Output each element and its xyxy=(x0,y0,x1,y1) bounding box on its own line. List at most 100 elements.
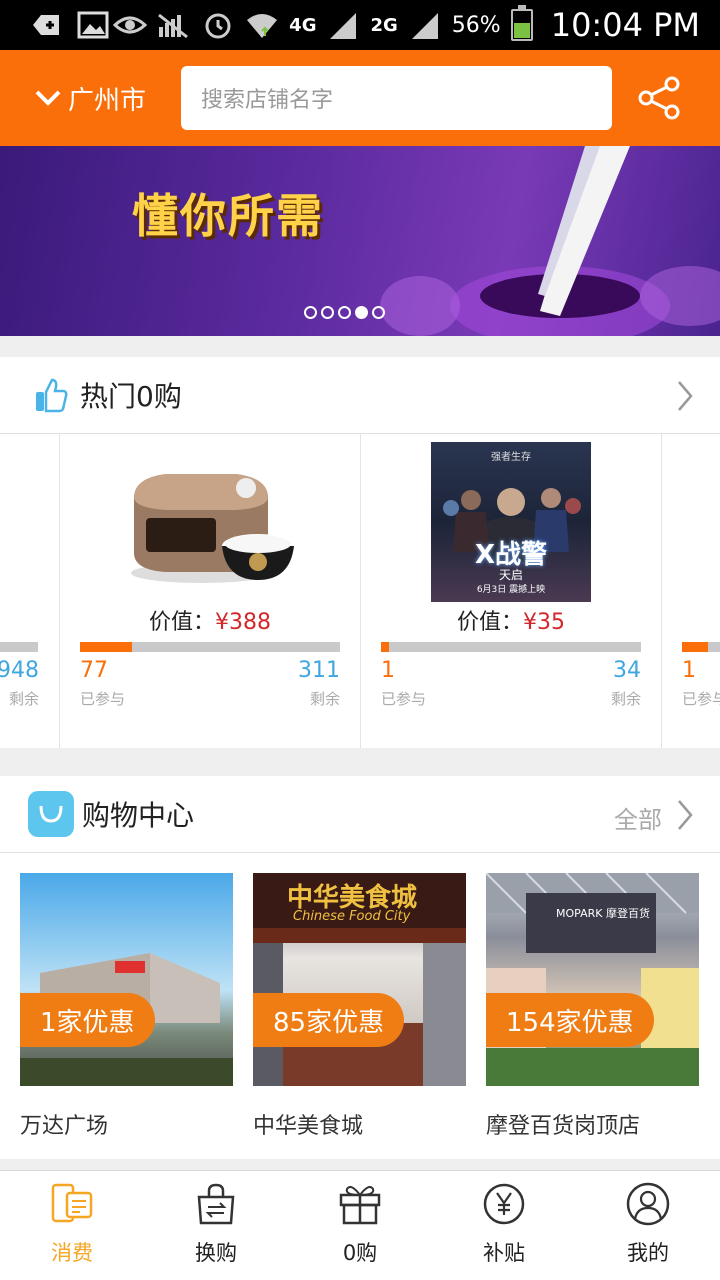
chevron-down-icon xyxy=(35,90,61,106)
mall-card[interactable]: 中华美食城 Chinese Food City 85家优惠 中华美食城 xyxy=(253,873,466,1140)
mall-list: 1家优惠 万达广场 中华美食城 Chinese Food City 85家优惠 … xyxy=(0,853,720,1159)
exchange-bag-icon xyxy=(197,1183,235,1225)
hot-section-title: 热门0购 xyxy=(80,380,182,413)
signal-4g-label: 4G xyxy=(289,14,317,36)
image-notification-icon xyxy=(76,10,110,40)
nav-consume[interactable]: 消费 xyxy=(0,1171,144,1280)
hot-section: 热门0购 948 剩余 价值：¥388 77 311 已参与 剩余 强者生存 X… xyxy=(0,357,720,748)
progress-bar xyxy=(381,642,641,652)
progress-fill xyxy=(80,642,132,652)
signal-2g-label: 2G xyxy=(370,14,398,36)
joined-count: 1 xyxy=(682,658,696,683)
joined-label: 已参与 xyxy=(80,690,126,708)
price-label: 价值： xyxy=(148,610,215,635)
alarm-icon xyxy=(201,10,235,40)
mall-card[interactable]: 1家优惠 万达广场 xyxy=(20,873,233,1140)
price-line: 价值：¥35 xyxy=(361,604,661,636)
app-header: 广州市 搜索店铺名字 xyxy=(0,50,720,146)
nav-label: 0购 xyxy=(342,1241,378,1265)
discount-badge: 1家优惠 xyxy=(20,993,155,1047)
mall-name: 摩登百货岗顶店 xyxy=(486,1114,641,1139)
mall-sign-en: Chinese Food City xyxy=(293,909,411,924)
promo-banner[interactable]: 懂你所需 xyxy=(0,146,720,336)
chevron-right-icon[interactable] xyxy=(676,379,694,413)
signal-icon xyxy=(326,10,360,40)
poster-date: 6月3日 震撼上映 xyxy=(476,585,546,595)
mall-card[interactable]: MOPARK 摩登百货 154家优惠 摩登百货岗顶店 xyxy=(486,873,699,1140)
nav-mine[interactable]: 我的 xyxy=(576,1171,720,1280)
remaining-label: 剩余 xyxy=(8,690,39,708)
view-all-link[interactable]: 全部 xyxy=(614,800,662,835)
gift-icon xyxy=(339,1186,381,1225)
search-input[interactable]: 搜索店铺名字 xyxy=(181,66,612,130)
hot-card[interactable]: 948 剩余 xyxy=(0,434,60,748)
remaining-count: 34 xyxy=(613,658,641,683)
nav-exchange[interactable]: 换购 xyxy=(144,1171,288,1280)
nav-zero-buy[interactable]: 0购 xyxy=(288,1171,432,1280)
status-bar: 4G 2G 56% 10:04 PM xyxy=(0,0,720,50)
joined-count: 77 xyxy=(80,658,108,683)
pager-dot-active[interactable] xyxy=(355,306,368,319)
poster-tagline: 强者生存 xyxy=(491,452,531,463)
pager-dot[interactable] xyxy=(372,306,385,319)
nav-subsidy[interactable]: 补贴 xyxy=(432,1171,576,1280)
shopping-section-header[interactable]: 购物中心 全部 xyxy=(0,776,720,853)
progress-bar xyxy=(0,642,38,652)
joined-label: 已参与 xyxy=(381,690,427,708)
hot-carousel[interactable]: 948 剩余 价值：¥388 77 311 已参与 剩余 强者生存 X战警 天启… xyxy=(0,434,720,748)
hot-card[interactable]: 强者生存 X战警 天启 6月3日 震撼上映 价值：¥35 1 34 已参与 剩余 xyxy=(361,434,662,748)
mall-name: 万达广场 xyxy=(20,1114,109,1139)
pager-dot[interactable] xyxy=(338,306,351,319)
rice-cooker-image xyxy=(131,474,294,583)
remaining-count: 948 xyxy=(0,658,39,683)
price-value: ¥388 xyxy=(215,610,271,635)
wifi-icon xyxy=(245,10,279,40)
nav-label: 补贴 xyxy=(483,1241,525,1265)
banner-pager xyxy=(304,306,385,319)
shopping-bag-icon xyxy=(28,791,74,837)
shopping-section: 购物中心 全部 1家优惠 万达广场 中华美食城 Chinese Food Cit… xyxy=(0,776,720,1159)
clock: 10:04 PM xyxy=(550,6,700,44)
battery-icon xyxy=(510,5,533,41)
hot-card[interactable]: 价值：¥388 77 311 已参与 剩余 xyxy=(60,434,361,748)
hot-section-header[interactable]: 热门0购 xyxy=(0,357,720,434)
bottom-navigation: 消费 换购 0购 补贴 我的 xyxy=(0,1170,720,1280)
nav-label: 我的 xyxy=(627,1241,669,1265)
thumbs-up-icon xyxy=(36,378,68,413)
phone-card-icon xyxy=(51,1183,93,1223)
joined-label: 已参与 xyxy=(682,690,720,708)
eye-icon xyxy=(113,10,148,40)
battery-percent: 56% xyxy=(451,12,501,38)
joined-count: 1 xyxy=(381,658,395,683)
mall-photo: MOPARK 摩登百货 154家优惠 xyxy=(486,873,699,1086)
remaining-count: 311 xyxy=(298,658,340,683)
nav-label: 换购 xyxy=(195,1241,237,1265)
remaining-label: 剩余 xyxy=(610,690,641,708)
share-icon[interactable] xyxy=(638,76,682,120)
progress-bar xyxy=(80,642,340,652)
city-selector[interactable]: 广州市 xyxy=(34,80,146,117)
discount-badge: 85家优惠 xyxy=(253,993,405,1047)
shopping-section-title: 购物中心 xyxy=(82,799,195,832)
mall-name: 中华美食城 xyxy=(253,1114,364,1139)
mall-photo: 中华美食城 Chinese Food City 85家优惠 xyxy=(253,873,466,1086)
price-label: 价值： xyxy=(456,610,523,635)
pager-dot[interactable] xyxy=(321,306,334,319)
chevron-right-icon[interactable] xyxy=(676,798,694,832)
mall-photo: 1家优惠 xyxy=(20,873,233,1086)
mall-sign: MOPARK 摩登百货 xyxy=(556,907,650,920)
search-placeholder: 搜索店铺名字 xyxy=(201,88,334,113)
pager-dot[interactable] xyxy=(304,306,317,319)
price-value: ¥35 xyxy=(523,610,565,635)
banner-headline: 懂你所需 xyxy=(132,189,324,243)
add-notification-icon xyxy=(28,10,62,40)
city-label: 广州市 xyxy=(68,85,147,116)
user-icon xyxy=(626,1182,670,1226)
price-line: 价值：¥388 xyxy=(60,604,360,636)
discount-badge: 154家优惠 xyxy=(486,993,654,1047)
nav-label: 消费 xyxy=(51,1241,93,1265)
hot-card[interactable]: 1 已参与 xyxy=(662,434,720,748)
remaining-label: 剩余 xyxy=(309,690,340,708)
yuan-coin-icon xyxy=(483,1183,525,1225)
signal-2g-icon xyxy=(408,10,442,40)
